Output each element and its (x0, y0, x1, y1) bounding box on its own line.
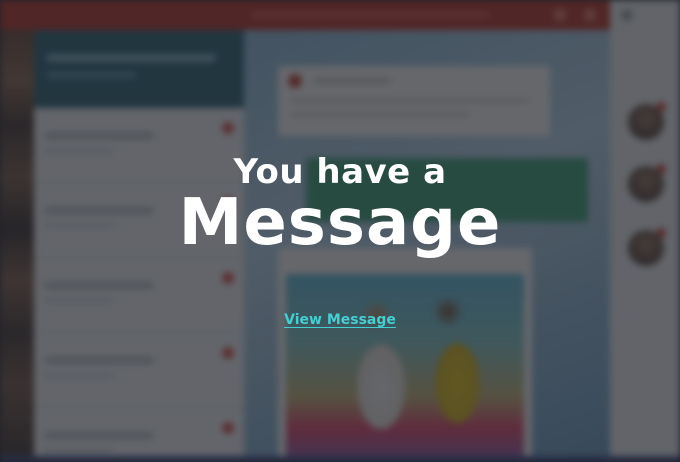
message-notification-modal: You have a Message View Message (0, 0, 680, 462)
modal-title: Message (178, 186, 502, 260)
view-message-link[interactable]: View Message (0, 312, 680, 328)
